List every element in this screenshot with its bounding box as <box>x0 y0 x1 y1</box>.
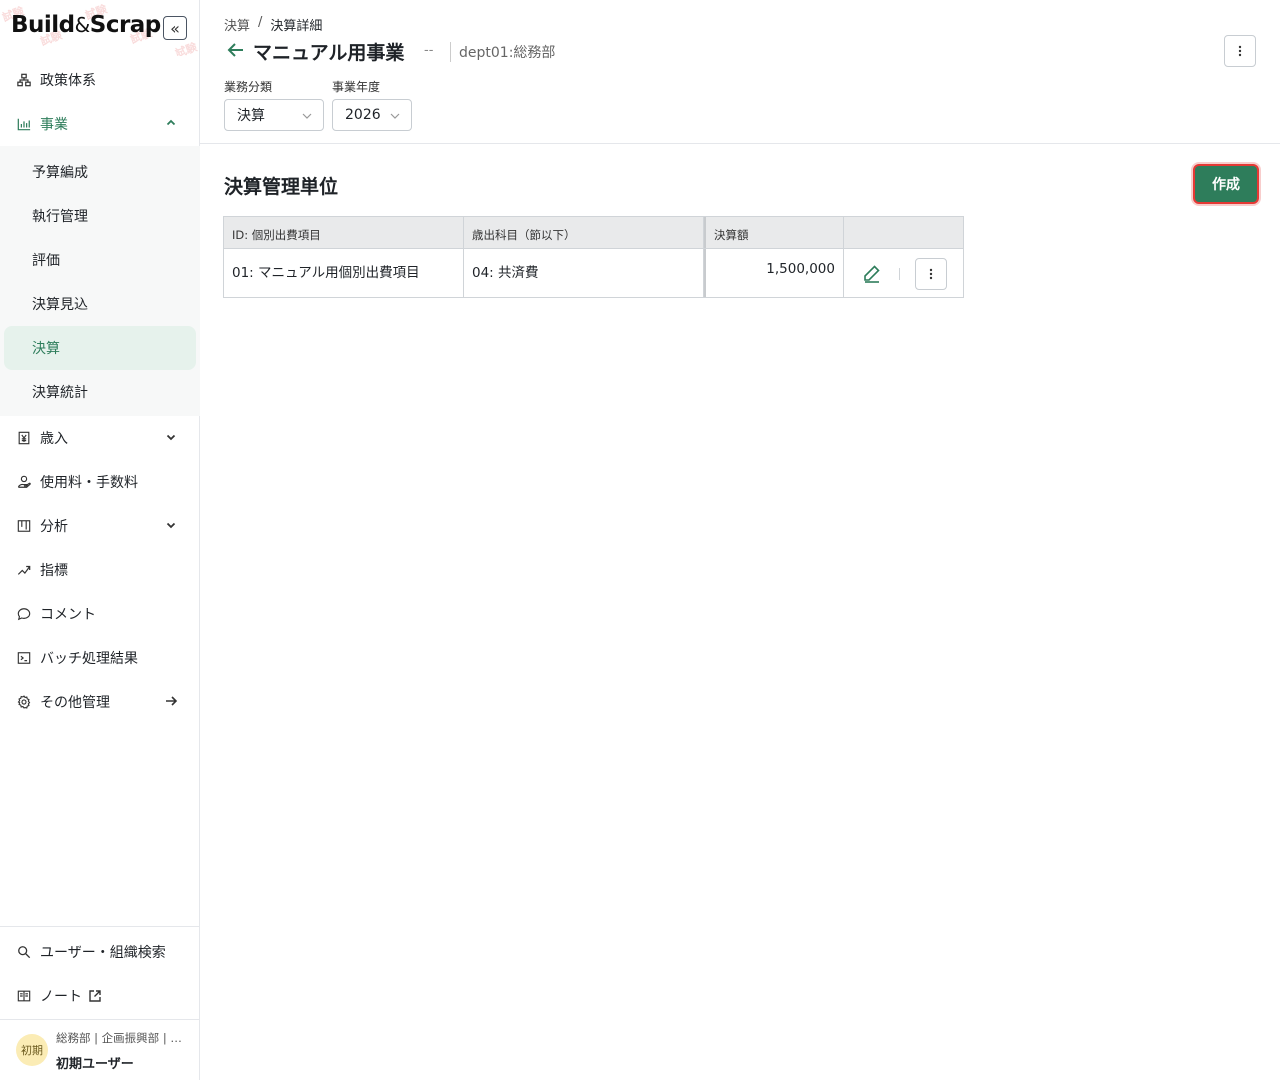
subnav-item-execution[interactable]: 執行管理 <box>4 194 196 238</box>
page-menu-button[interactable] <box>1224 35 1256 67</box>
more-vertical-icon <box>1238 45 1242 57</box>
chat-icon <box>16 606 32 622</box>
sidebar-item-label: 政策体系 <box>40 73 96 89</box>
board-icon <box>16 518 32 534</box>
breadcrumb-current: 決算詳細 <box>270 19 323 34</box>
category-label: 業務分類 <box>224 80 273 94</box>
sidebar-item-indicators[interactable]: 指標 <box>0 548 200 592</box>
edit-pencil-icon[interactable] <box>862 263 882 283</box>
chevron-up-icon[interactable] <box>164 116 178 130</box>
search-icon <box>16 944 32 960</box>
sidebar-item-batch[interactable]: バッチ処理結果 <box>0 636 200 680</box>
sidebar-item-other-admin[interactable]: その他管理 <box>0 680 200 724</box>
cell-id: 01: マニュアル用個別出費項目 <box>224 249 464 297</box>
subnav-item-budget[interactable]: 予算編成 <box>4 150 196 194</box>
sidebar-item-project[interactable]: 事業 <box>0 102 200 146</box>
cell-subject: 04: 共済費 <box>464 249 704 297</box>
page-title: マニュアル用事業 <box>253 42 405 64</box>
sidebar-item-analysis[interactable]: 分析 <box>0 504 200 548</box>
create-button[interactable]: 作成 <box>1193 164 1259 204</box>
sidebar-item-label: コメント <box>40 607 96 623</box>
back-arrow-icon[interactable] <box>226 40 246 60</box>
table-header: ID: 個別出費項目 歳出科目（節以下） 決算額 <box>224 217 963 249</box>
subnav-item-forecast[interactable]: 決算見込 <box>4 282 196 326</box>
book-icon <box>16 988 32 1004</box>
row-menu-button[interactable] <box>915 258 947 290</box>
user-profile[interactable]: 初期 総務部 | 企画振興部 | … 初期ユーザー <box>0 1019 200 1080</box>
category-select[interactable]: 決算 <box>224 99 324 131</box>
subnav-item-statistics[interactable]: 決算統計 <box>4 370 196 414</box>
sidebar-item-label: ユーザー・組織検索 <box>40 945 166 961</box>
sidebar-item-fees[interactable]: 使用料・手数料 <box>0 460 200 504</box>
table-row: 01: マニュアル用個別出費項目 04: 共済費 1,500,000 <box>224 249 963 297</box>
sidebar-item-notes[interactable]: ノート <box>0 974 200 1018</box>
bar-chart-icon <box>16 116 32 132</box>
subnav-item-evaluation[interactable]: 評価 <box>4 238 196 282</box>
subnav-item-settlement[interactable]: 決算 <box>4 326 196 370</box>
breadcrumb-link-settlement[interactable]: 決算 <box>224 15 250 34</box>
yen-doc-icon <box>16 430 32 446</box>
sidebar-item-comments[interactable]: コメント <box>0 592 200 636</box>
sidebar-item-revenue[interactable]: 歳入 <box>0 416 200 460</box>
collapse-sidebar-button[interactable]: « <box>163 16 187 40</box>
app-logo[interactable]: Build&Scrap <box>11 12 161 38</box>
user-name: 初期ユーザー <box>56 1057 134 1072</box>
column-header-actions <box>844 217 963 248</box>
main-content: 決算 / 決算詳細 マニュアル用事業 -- dept01:総務部 業務分類 決算… <box>200 0 1280 1080</box>
cell-actions <box>844 249 963 297</box>
avatar: 初期 <box>16 1034 48 1066</box>
column-header-id: ID: 個別出費項目 <box>224 217 464 248</box>
trend-icon <box>16 562 32 578</box>
sidebar-item-policy[interactable]: 政策体系 <box>0 58 200 102</box>
sidebar-item-label: 分析 <box>40 519 68 535</box>
project-subnav: 予算編成 執行管理 評価 決算見込 決算 決算統計 <box>0 146 200 416</box>
sidebar-item-label: 事業 <box>40 117 68 133</box>
double-chevron-left-icon: « <box>170 18 180 38</box>
chevron-down-icon[interactable] <box>164 430 178 444</box>
sidebar-item-label: バッチ処理結果 <box>40 651 138 667</box>
column-header-subject: 歳出科目（節以下） <box>464 217 704 248</box>
breadcrumb: 決算 / 決算詳細 <box>224 15 322 34</box>
arrow-right-icon[interactable] <box>164 694 178 708</box>
external-link-icon <box>89 990 101 1002</box>
hand-coin-icon <box>16 474 32 490</box>
sidebar-item-label: 使用料・手数料 <box>40 475 138 491</box>
sidebar-item-label: ノート <box>40 989 82 1005</box>
column-header-amount: 決算額 <box>704 217 844 248</box>
dept-label: dept01:総務部 <box>450 42 555 62</box>
sidebar-item-user-search[interactable]: ユーザー・組織検索 <box>0 930 200 974</box>
breadcrumb-separator: / <box>258 15 263 30</box>
category-value: 決算 <box>237 108 265 124</box>
header-divider <box>200 143 1280 144</box>
settlement-table: ID: 個別出費項目 歳出科目（節以下） 決算額 01: マニュアル用個別出費項… <box>223 216 964 298</box>
year-value: 2026 <box>345 107 381 123</box>
hierarchy-icon <box>16 72 32 88</box>
chevron-down-icon[interactable] <box>164 518 178 532</box>
year-label: 事業年度 <box>332 80 381 94</box>
cell-amount: 1,500,000 <box>704 249 844 297</box>
title-separator: -- <box>424 43 434 58</box>
user-org: 総務部 | 企画振興部 | … <box>56 1031 182 1045</box>
bottom-nav: ユーザー・組織検索 ノート <box>0 926 200 1018</box>
logo-row: 試験 試験 試験 試験 試験 Build&Scrap « <box>0 0 200 56</box>
section-title: 決算管理単位 <box>224 176 339 198</box>
action-separator <box>899 268 900 280</box>
gear-icon <box>16 694 32 710</box>
sidebar: 試験 試験 試験 試験 試験 Build&Scrap « 政策体系 事業 予算編… <box>0 0 200 1080</box>
terminal-icon <box>16 650 32 666</box>
chevron-down-icon <box>390 113 400 119</box>
more-vertical-icon <box>929 268 933 280</box>
year-select[interactable]: 2026 <box>332 99 412 131</box>
sidebar-item-label: 歳入 <box>40 431 68 447</box>
main-nav: 政策体系 事業 予算編成 執行管理 評価 決算見込 決算 決算統計 歳入 使用料… <box>0 58 200 724</box>
sidebar-item-label: その他管理 <box>40 695 110 711</box>
chevron-down-icon <box>302 113 312 119</box>
sidebar-item-label: 指標 <box>40 563 68 579</box>
